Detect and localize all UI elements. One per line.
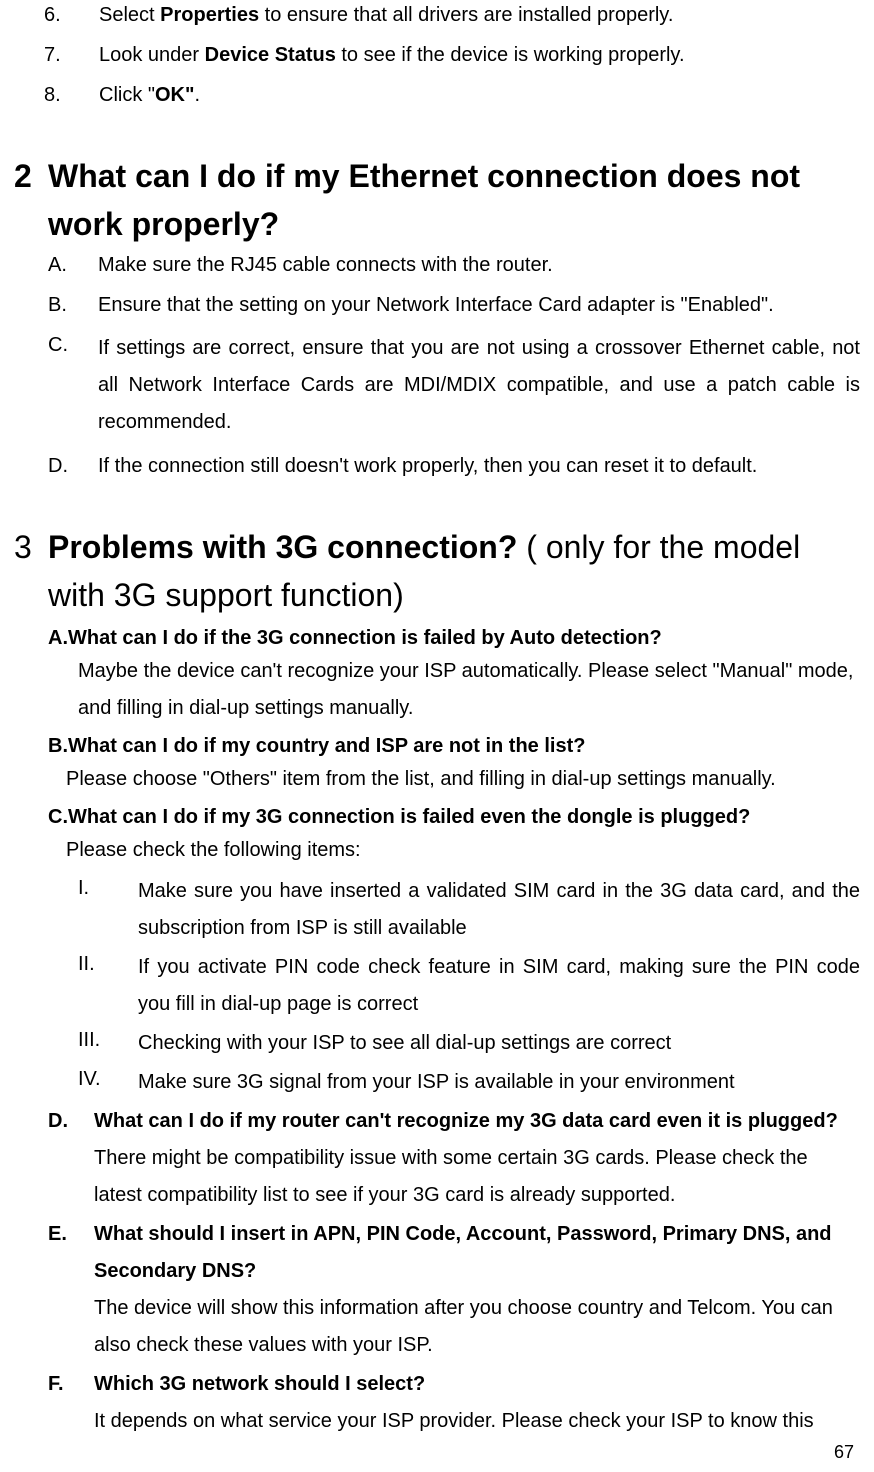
item-marker: C.	[48, 330, 98, 441]
q-marker: A.	[48, 627, 68, 649]
question-answer: Maybe the device can't recognize your IS…	[48, 653, 860, 727]
question-answer: It depends on what service your ISP prov…	[48, 1403, 860, 1440]
section-title: What can I do if my Ethernet connection …	[48, 152, 860, 248]
list-item: 8. Click "OK".	[14, 80, 860, 110]
text: Select	[99, 4, 160, 26]
list-item: 7. Look under Device Status to see if th…	[14, 40, 860, 70]
roman-item: I. Make sure you have inserted a validat…	[78, 873, 860, 947]
question-d: D. What can I do if my router can't reco…	[14, 1103, 860, 1214]
question-f: F. Which 3G network should I select? It …	[14, 1366, 860, 1440]
list-item: 6. Select Properties to ensure that all …	[14, 0, 860, 30]
q-marker: B.	[48, 735, 68, 757]
q-marker: C.	[48, 806, 68, 828]
question-e: E. What should I insert in APN, PIN Code…	[14, 1216, 860, 1364]
text: Click "	[99, 84, 155, 106]
item-body: Make sure the RJ45 cable connects with t…	[98, 250, 860, 280]
page-number: 67	[834, 1439, 854, 1466]
item-body: Click "OK".	[99, 80, 860, 110]
q-title-text: What can I do if the 3G connection is fa…	[68, 627, 662, 649]
bold-text: Device Status	[205, 44, 336, 66]
item-body: Select Properties to ensure that all dri…	[99, 0, 860, 30]
item-marker: 8.	[44, 80, 99, 110]
item-body: Look under Device Status to see if the d…	[99, 40, 860, 70]
question-title: D. What can I do if my router can't reco…	[48, 1103, 860, 1140]
item-body: Ensure that the setting on your Network …	[98, 290, 860, 320]
question-title: E. What should I insert in APN, PIN Code…	[48, 1216, 860, 1290]
section-title: Problems with 3G connection? ( only for …	[48, 523, 860, 619]
text: .	[194, 84, 200, 106]
item-marker: A.	[48, 250, 98, 280]
text: Look under	[99, 44, 205, 66]
question-answer: Please choose "Others" item from the lis…	[48, 761, 860, 798]
roman-marker: III.	[78, 1025, 138, 1062]
item-body: If settings are correct, ensure that you…	[98, 330, 860, 441]
item-marker: 6.	[44, 0, 99, 30]
question-intro: Please check the following items:	[48, 832, 860, 869]
question-title: F. Which 3G network should I select?	[48, 1366, 860, 1403]
question-c: C.What can I do if my 3G connection is f…	[14, 802, 860, 1101]
section-2-heading: 2 What can I do if my Ethernet connectio…	[14, 152, 860, 248]
roman-marker: II.	[78, 949, 138, 1023]
list-item: B. Ensure that the setting on your Netwo…	[14, 290, 860, 320]
section-number: 3	[14, 523, 48, 571]
q-marker: F.	[48, 1366, 94, 1403]
question-title: B.What can I do if my country and ISP ar…	[48, 731, 860, 761]
q-marker: D.	[48, 1103, 94, 1140]
roman-body: If you activate PIN code check feature i…	[138, 949, 860, 1023]
q-title-text: What can I do if my router can't recogni…	[94, 1103, 860, 1140]
q-marker: E.	[48, 1216, 94, 1290]
question-answer: The device will show this information af…	[48, 1290, 860, 1364]
question-a: A.What can I do if the 3G connection is …	[14, 623, 860, 727]
q-title-text: What can I do if my country and ISP are …	[68, 735, 585, 757]
roman-item: III. Checking with your ISP to see all d…	[78, 1025, 860, 1062]
question-title: C.What can I do if my 3G connection is f…	[48, 802, 860, 832]
roman-body: Make sure 3G signal from your ISP is ava…	[138, 1064, 860, 1101]
q-title-text: What should I insert in APN, PIN Code, A…	[94, 1216, 860, 1290]
text: to ensure that all drivers are installed…	[259, 4, 673, 26]
section-2-list: A. Make sure the RJ45 cable connects wit…	[14, 250, 860, 481]
roman-marker: IV.	[78, 1064, 138, 1101]
list-item: D. If the connection still doesn't work …	[14, 451, 860, 481]
item-marker: B.	[48, 290, 98, 320]
text: to see if the device is working properly…	[336, 44, 685, 66]
item-marker: 7.	[44, 40, 99, 70]
question-answer: There might be compatibility issue with …	[48, 1140, 860, 1214]
roman-item: II. If you activate PIN code check featu…	[78, 949, 860, 1023]
item-body: If the connection still doesn't work pro…	[98, 451, 860, 481]
bold-text: OK"	[155, 84, 194, 106]
roman-item: IV. Make sure 3G signal from your ISP is…	[78, 1064, 860, 1101]
item-marker: D.	[48, 451, 98, 481]
list-item: C. If settings are correct, ensure that …	[14, 330, 860, 441]
bold-text: Properties	[160, 4, 259, 26]
top-numbered-list: 6. Select Properties to ensure that all …	[14, 0, 860, 110]
question-b: B.What can I do if my country and ISP ar…	[14, 731, 860, 798]
section-3-heading: 3 Problems with 3G connection? ( only fo…	[14, 523, 860, 619]
roman-body: Make sure you have inserted a validated …	[138, 873, 860, 947]
q-title-text: Which 3G network should I select?	[94, 1366, 860, 1403]
roman-list: I. Make sure you have inserted a validat…	[48, 873, 860, 1101]
q-title-text: What can I do if my 3G connection is fai…	[68, 806, 750, 828]
roman-marker: I.	[78, 873, 138, 947]
question-title: A.What can I do if the 3G connection is …	[48, 623, 860, 653]
bold-title: Problems with 3G connection?	[48, 529, 517, 565]
section-number: 2	[14, 152, 48, 200]
list-item: A. Make sure the RJ45 cable connects wit…	[14, 250, 860, 280]
roman-body: Checking with your ISP to see all dial-u…	[138, 1025, 860, 1062]
